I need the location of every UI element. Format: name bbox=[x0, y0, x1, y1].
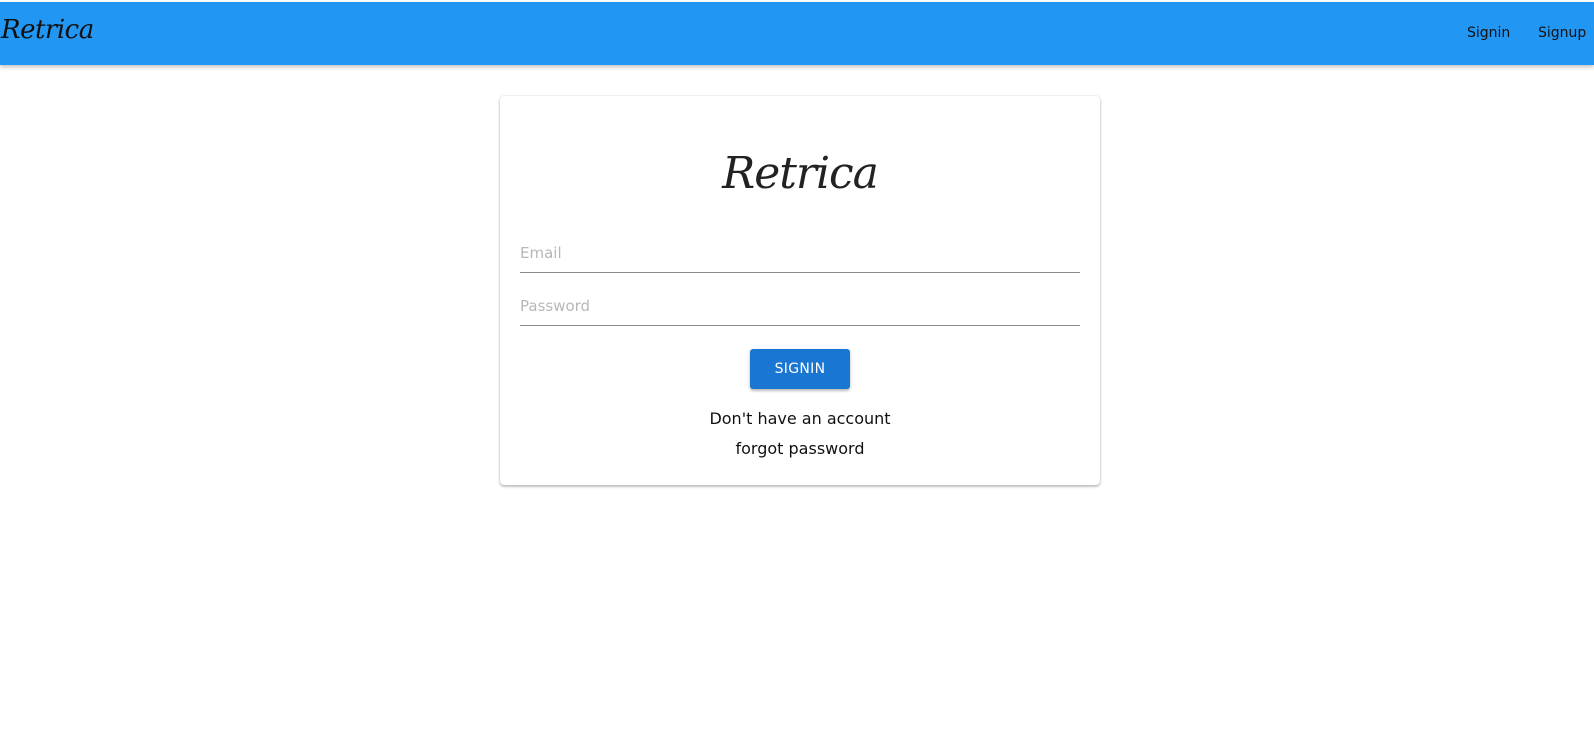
brand-logo[interactable]: Retrica bbox=[1, 15, 94, 45]
email-field bbox=[520, 236, 1080, 273]
nav-signin-link[interactable]: Signin bbox=[1467, 25, 1510, 41]
password-field bbox=[520, 289, 1080, 326]
signin-card: Retrica SIGNIN Don't have an account for… bbox=[500, 96, 1100, 485]
nav-signup-link[interactable]: Signup bbox=[1538, 25, 1586, 41]
app-bar: Retrica Signin Signup bbox=[0, 2, 1594, 65]
card-logo: Retrica bbox=[722, 148, 879, 199]
signup-link[interactable]: Don't have an account bbox=[500, 409, 1100, 428]
signin-button[interactable]: SIGNIN bbox=[750, 349, 850, 389]
email-input[interactable] bbox=[520, 236, 1080, 270]
password-input[interactable] bbox=[520, 289, 1080, 323]
forgot-password-link[interactable]: forgot password bbox=[500, 439, 1100, 458]
